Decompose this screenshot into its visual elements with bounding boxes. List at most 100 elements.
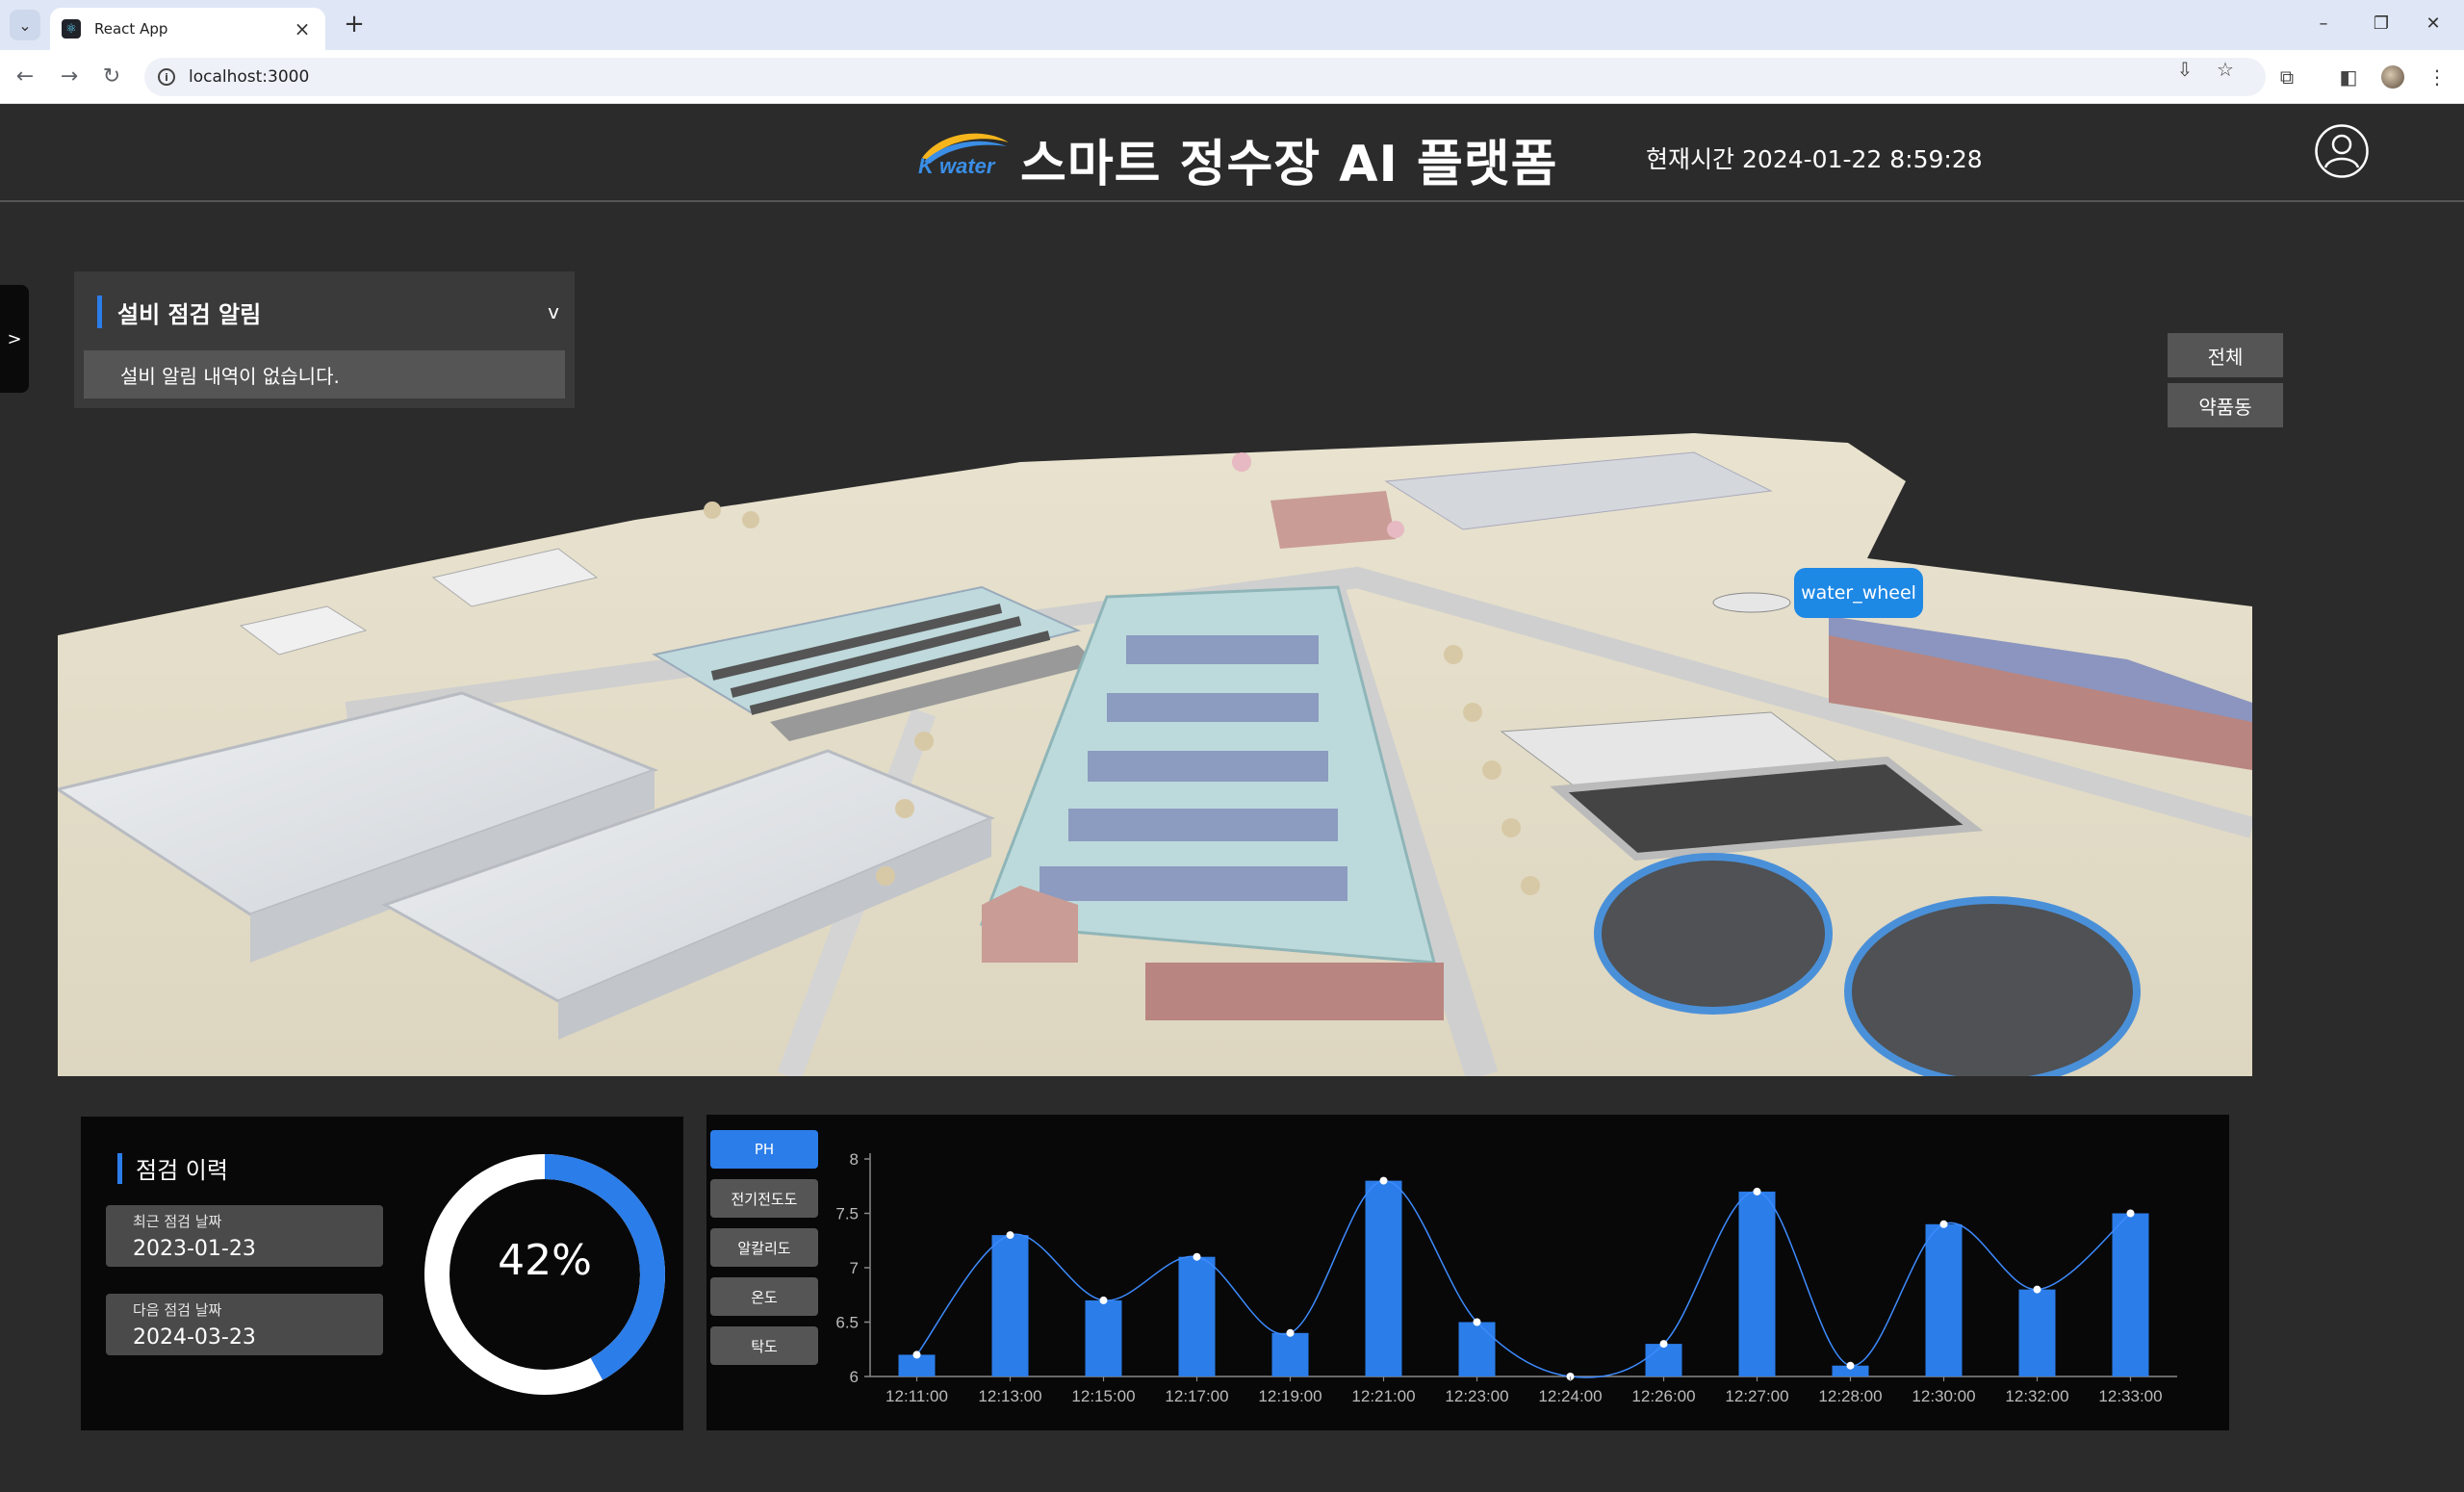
bar	[2018, 1289, 2056, 1376]
site-info-icon[interactable]: i	[158, 68, 175, 86]
next-inspection-label: 다음 점검 날짜	[133, 1301, 222, 1319]
restore-icon[interactable]: ❐	[2362, 10, 2400, 39]
bar	[1925, 1223, 1963, 1376]
x-tick-label: 12:17:00	[1165, 1387, 1228, 1405]
history-header: 점검 이력	[117, 1151, 228, 1185]
x-tick-label: 12:24:00	[1538, 1387, 1602, 1405]
data-point	[2033, 1285, 2041, 1294]
y-tick-label: 8	[850, 1150, 859, 1169]
y-tick-label: 6	[850, 1368, 859, 1386]
data-point	[1286, 1328, 1295, 1337]
metric-button[interactable]: 전기전도도	[710, 1179, 818, 1218]
y-tick-label: 7.5	[835, 1205, 859, 1223]
x-tick-label: 12:15:00	[1071, 1387, 1135, 1405]
accent-bar	[117, 1152, 122, 1184]
x-tick-label: 12:19:00	[1258, 1387, 1322, 1405]
browser-profile-avatar[interactable]	[2381, 65, 2404, 89]
browser-menu-icon[interactable]: ⋮	[2422, 62, 2452, 92]
bookmark-star-icon[interactable]: ☆	[2214, 58, 2237, 81]
clock-label: 현재시간	[1646, 145, 1735, 173]
data-point	[1753, 1187, 1761, 1196]
last-inspection-date: 2023-01-23	[133, 1237, 256, 1261]
next-inspection-date: 2024-03-23	[133, 1325, 256, 1350]
collapse-chevron-icon[interactable]: v	[548, 300, 559, 323]
react-favicon-icon: ⚛	[62, 19, 81, 39]
water-wheel-structure[interactable]	[1712, 592, 1791, 613]
bar	[1085, 1299, 1122, 1376]
current-time: 현재시간 2024-01-22 8:59:28	[1646, 141, 1983, 175]
window-close-icon[interactable]: ✕	[2414, 10, 2452, 39]
forward-arrow-icon[interactable]: →	[54, 62, 85, 92]
x-tick-label: 12:13:00	[978, 1387, 1041, 1405]
bar	[1178, 1256, 1216, 1376]
sensor-chart-card: PH 전기전도도 알칼리도 온도 탁도 6 6.5 7 7.5 8 12:11:00 12:13:0…	[706, 1115, 2229, 1430]
clarifier-1[interactable]	[1594, 853, 1833, 1015]
back-arrow-icon[interactable]: ←	[10, 62, 40, 92]
next-inspection-box: 다음 점검 날짜 2024-03-23	[106, 1294, 383, 1355]
bar	[1458, 1322, 1496, 1376]
last-inspection-label: 최근 점검 날짜	[133, 1213, 222, 1230]
brick-building	[1145, 963, 1444, 1020]
bar	[1738, 1191, 1776, 1376]
progress-percent: 42%	[498, 1236, 592, 1285]
kwater-logo: K water	[918, 133, 1009, 178]
metric-button[interactable]: 알칼리도	[710, 1228, 818, 1267]
data-point	[1473, 1318, 1481, 1326]
extensions-puzzle-icon[interactable]: ⧉	[2272, 62, 2302, 92]
bar	[1365, 1180, 1402, 1376]
install-app-icon[interactable]: ⇩	[2173, 58, 2196, 81]
logo-text: K water	[918, 154, 996, 178]
tab-search-chevron-icon[interactable]: ⌄	[10, 10, 40, 40]
alert-empty-message: 설비 알림 내역이 없습니다.	[84, 350, 565, 399]
data-point	[1099, 1296, 1108, 1304]
alert-panel-header[interactable]: 설비 점검 알림 v	[97, 293, 559, 331]
page-title: 스마트 정수장 AI 플랫폼	[1020, 136, 1558, 193]
new-tab-plus-icon[interactable]: +	[339, 10, 370, 40]
browser-tab[interactable]: ⚛ React App ×	[50, 8, 325, 50]
admin-wing	[1270, 491, 1396, 549]
metric-button[interactable]: 온도	[710, 1277, 818, 1316]
ph-bar-chart: 6 6.5 7 7.5 8 12:11:00 12:13:00 12:15:00 12:17:0…	[835, 1150, 2177, 1405]
minimize-icon[interactable]: –	[2304, 10, 2343, 39]
equipment-alert-panel: 설비 점검 알림 v 설비 알림 내역이 없습니다.	[74, 271, 575, 408]
bar	[2112, 1213, 2149, 1376]
data-point	[1006, 1231, 1014, 1240]
bar	[991, 1235, 1029, 1376]
data-point	[1193, 1252, 1201, 1261]
clock-value: 2024-01-22 8:59:28	[1742, 145, 1983, 173]
accent-bar	[97, 296, 102, 328]
plant-3d-scene[interactable]	[58, 424, 2252, 1076]
metric-button[interactable]: PH	[710, 1130, 818, 1169]
data-point	[1846, 1361, 1855, 1370]
browser-tabstrip: ⌄ ⚛ React App × + – ❐ ✕	[0, 0, 2464, 50]
alert-panel-title: 설비 점검 알림	[117, 300, 262, 328]
bar	[1645, 1344, 1682, 1376]
data-point	[1379, 1176, 1388, 1185]
y-tick-label: 6.5	[835, 1314, 859, 1332]
x-tick-label: 12:21:00	[1351, 1387, 1415, 1405]
sidebar-toggle-button[interactable]: >	[0, 285, 29, 393]
data-point	[1939, 1220, 1948, 1228]
last-inspection-box: 최근 점검 날짜 2023-01-23	[106, 1205, 383, 1267]
x-tick-label: 12:28:00	[1818, 1387, 1882, 1405]
clarifier-2[interactable]	[1844, 896, 2141, 1076]
water-wheel-tooltip[interactable]: water_wheel	[1794, 568, 1923, 618]
url-text: localhost:3000	[189, 67, 310, 87]
app-header: K water 스마트 정수장 AI 플랫폼 현재시간 2024-01-22 8:…	[0, 104, 2464, 202]
metric-button[interactable]: 탁도	[710, 1326, 818, 1365]
x-tick-label: 12:32:00	[2005, 1387, 2068, 1405]
x-tick-label: 12:11:00	[886, 1387, 948, 1405]
x-tick-label: 12:23:00	[1445, 1387, 1508, 1405]
x-tick-label: 12:33:00	[2098, 1387, 2162, 1405]
view-chemical-building-button[interactable]: 약품동	[2168, 383, 2283, 427]
address-bar[interactable]: i localhost:3000	[144, 58, 2266, 96]
data-point	[1659, 1340, 1668, 1349]
side-panel-icon[interactable]: ◧	[2333, 62, 2364, 92]
user-account-icon[interactable]	[2314, 123, 2370, 179]
view-all-button[interactable]: 전체	[2168, 333, 2283, 377]
tab-close-icon[interactable]: ×	[291, 17, 314, 40]
x-tick-label: 12:30:00	[1912, 1387, 1975, 1405]
inspection-history-card: 점검 이력 최근 점검 날짜 2023-01-23 다음 점검 날짜 2024-…	[81, 1117, 683, 1430]
history-title: 점검 이력	[136, 1157, 228, 1184]
reload-icon[interactable]: ↻	[96, 62, 127, 92]
